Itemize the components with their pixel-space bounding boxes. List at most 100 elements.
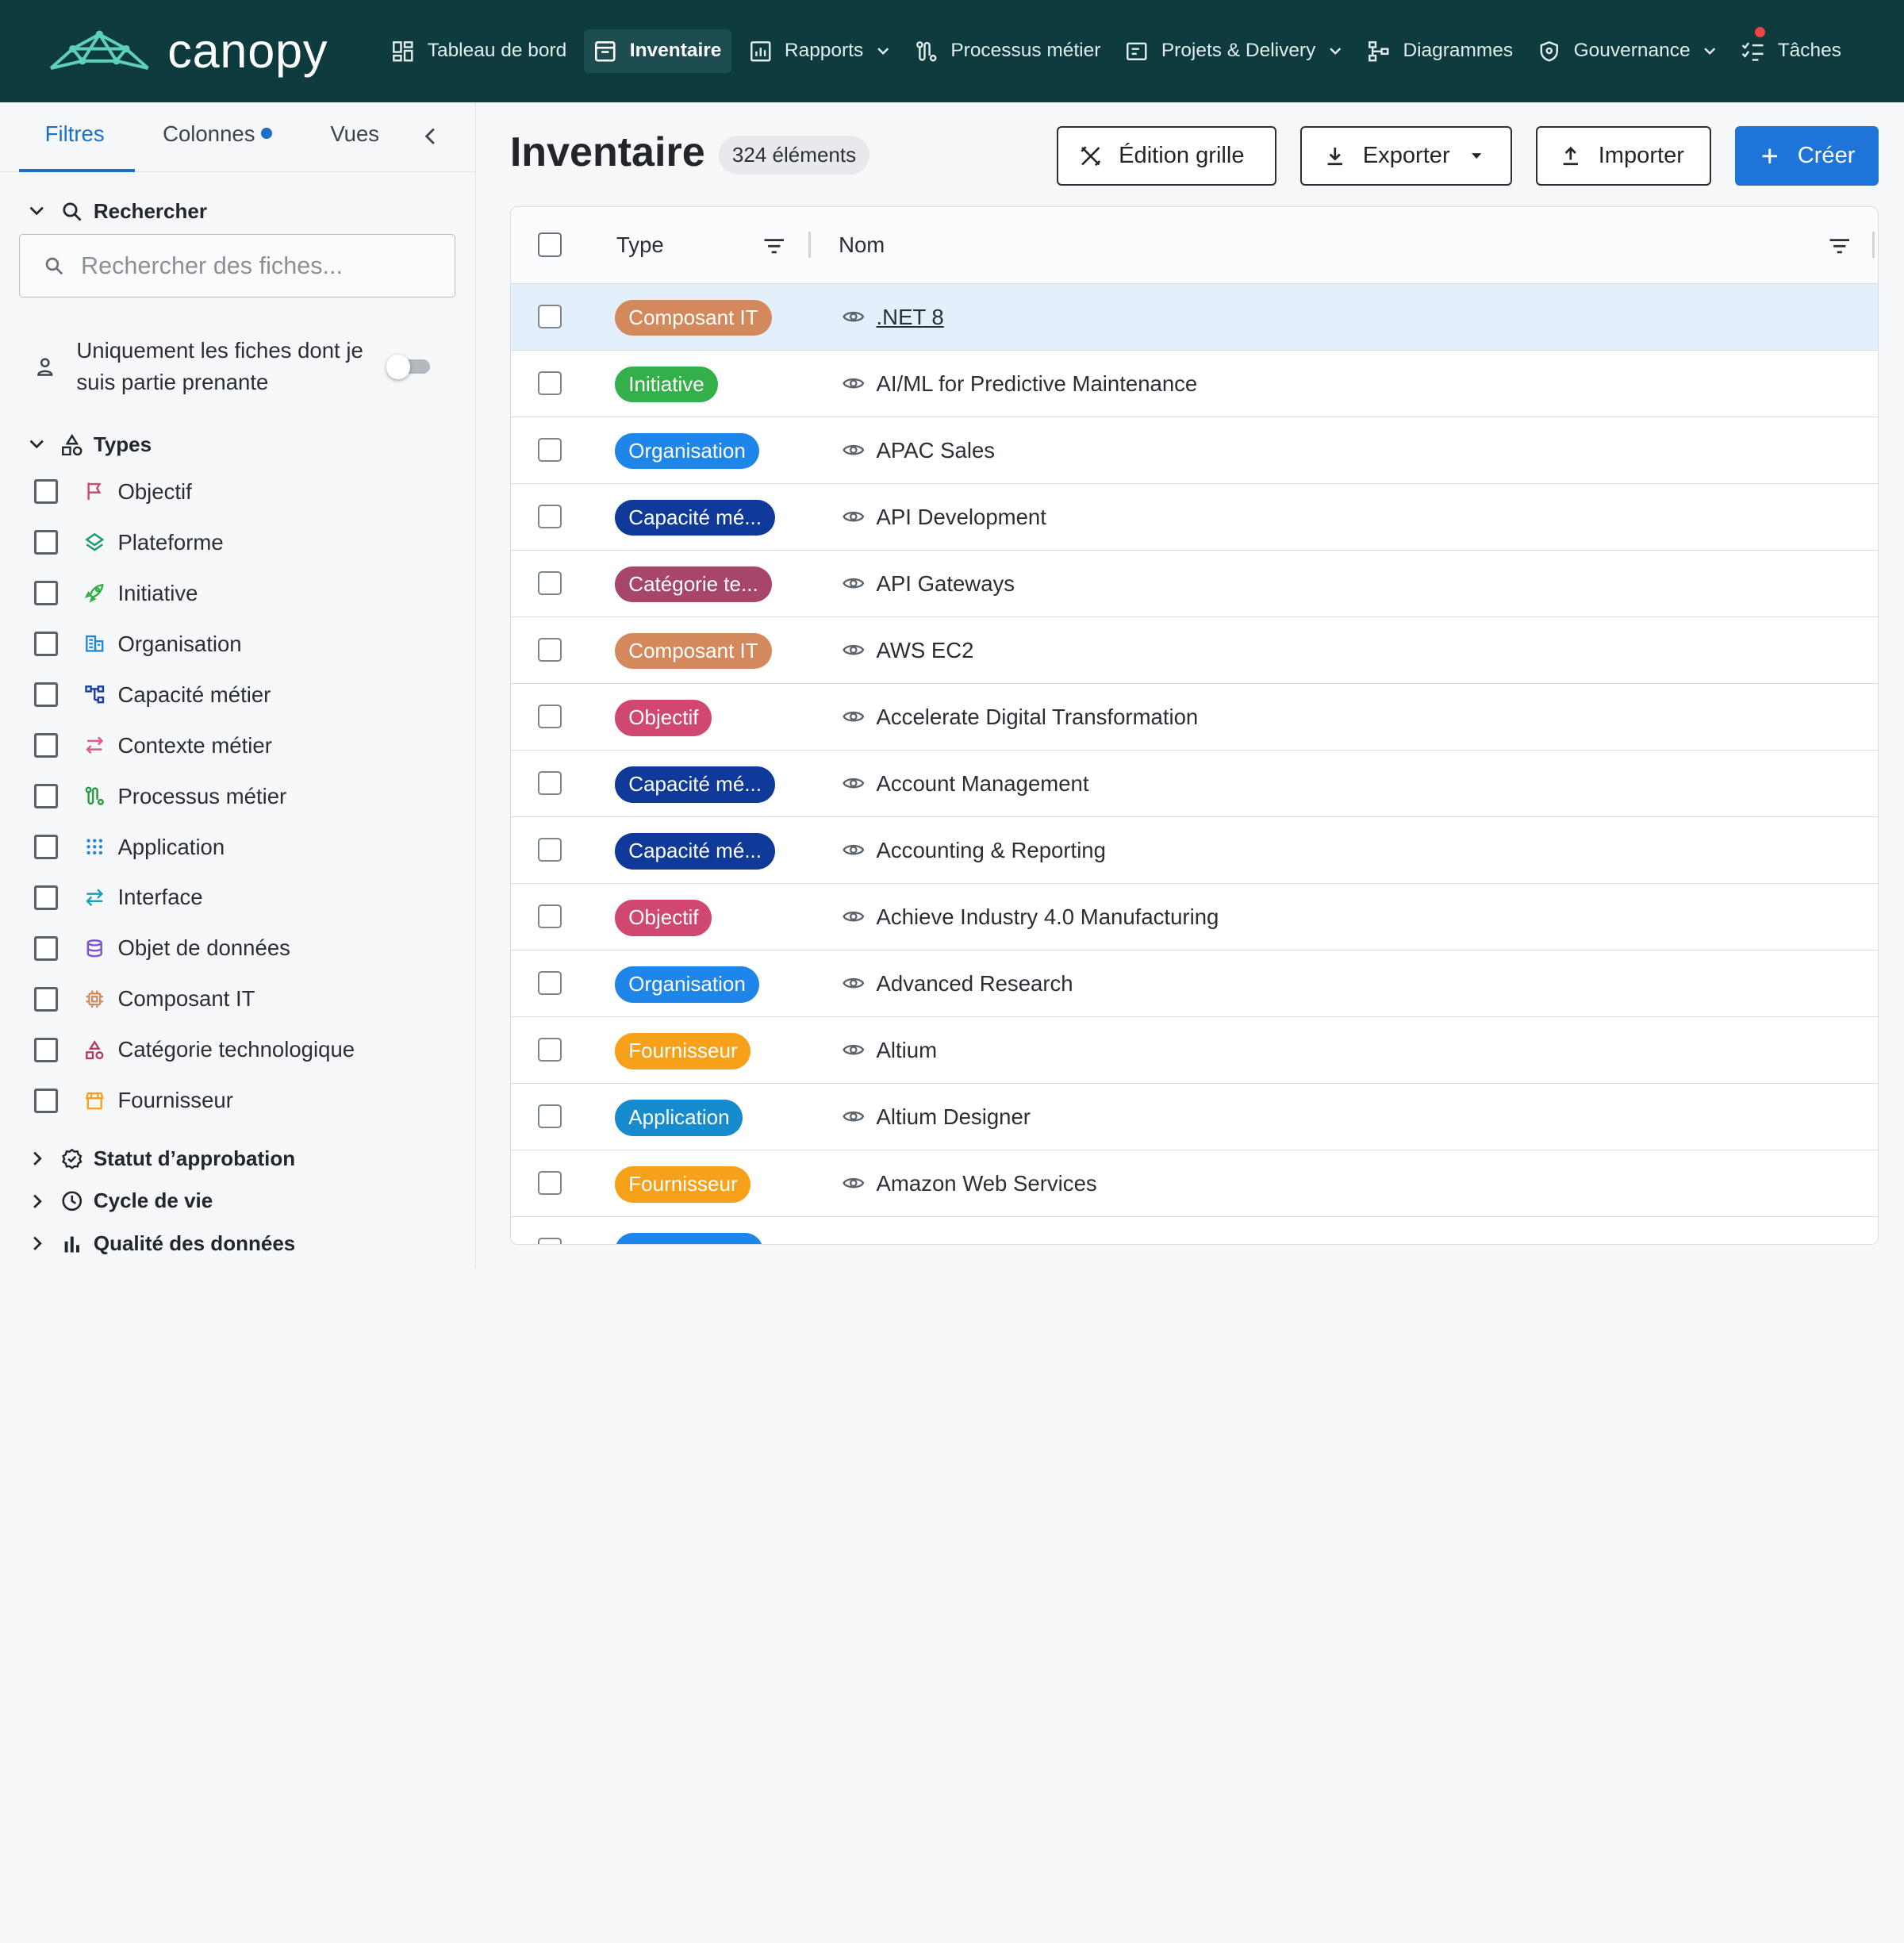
type-filter-initiative[interactable]: Initiative [33, 568, 459, 619]
row-checkbox[interactable] [537, 1104, 562, 1129]
row-checkbox[interactable] [537, 1037, 562, 1062]
select-all-checkbox[interactable] [537, 232, 562, 257]
search-field[interactable] [19, 234, 455, 298]
table-row[interactable]: Capacité mé... Account Management [510, 751, 1878, 817]
checkbox[interactable] [33, 479, 59, 505]
eye-icon[interactable] [842, 307, 865, 326]
checkbox[interactable] [33, 530, 59, 555]
row-checkbox[interactable] [537, 904, 562, 929]
filter-icon[interactable] [1829, 236, 1851, 255]
type-filter-provider[interactable]: Fournisseur [33, 1075, 459, 1126]
type-filter-business-capability[interactable]: Capacité métier [33, 670, 459, 720]
row-checkbox[interactable] [537, 770, 562, 796]
type-filter-business-context[interactable]: Contexte métier [33, 720, 459, 771]
checkbox[interactable] [33, 1038, 59, 1062]
eye-icon[interactable] [842, 507, 865, 526]
row-checkbox[interactable] [537, 437, 562, 463]
eye-icon[interactable] [842, 574, 865, 593]
nav-item-reports[interactable]: Rapports [741, 29, 897, 73]
row-name[interactable]: API Development [877, 505, 1046, 530]
type-filter-business-process[interactable]: Processus métier [33, 771, 459, 822]
checkbox[interactable] [33, 581, 59, 605]
chevron-left-icon[interactable] [420, 125, 443, 148]
row-checkbox[interactable] [537, 1170, 562, 1196]
row-name[interactable]: Account Management [877, 771, 1089, 797]
row-checkbox[interactable] [537, 970, 562, 996]
type-filter-it-component[interactable]: Composant IT [33, 973, 459, 1024]
import-button[interactable]: Importer [1536, 126, 1711, 186]
tab-columns[interactable]: Colonnes [163, 121, 272, 147]
row-checkbox[interactable] [537, 504, 562, 529]
eye-icon[interactable] [842, 973, 865, 993]
filter-icon[interactable] [763, 236, 785, 255]
nav-item-process[interactable]: Processus métier [907, 29, 1107, 73]
row-name[interactable]: AI/ML for Predictive Maintenance [877, 371, 1198, 397]
type-filter-data-object[interactable]: Objet de données [33, 923, 459, 973]
row-checkbox[interactable] [537, 371, 562, 396]
table-row[interactable]: Composant IT .NET 8 [510, 283, 1878, 351]
row-name[interactable]: Altium Designer [877, 1104, 1031, 1130]
tab-filters[interactable]: Filtres [45, 121, 105, 147]
approval-section-header[interactable]: Statut d’approbation [27, 1146, 295, 1171]
eye-icon[interactable] [842, 1173, 865, 1192]
grid-edit-button[interactable]: Édition grille [1056, 126, 1276, 186]
row-name[interactable]: API Gateways [877, 571, 1015, 597]
nav-item-inventory[interactable]: Inventaire [583, 29, 731, 73]
table-row[interactable]: Organisation APAC Sales [510, 417, 1878, 484]
table-row[interactable]: Composant IT AWS EC2 [510, 617, 1878, 684]
nav-item-projects[interactable]: Projets & Delivery [1118, 29, 1349, 73]
data-quality-section-header[interactable]: Qualité des données [27, 1231, 295, 1256]
nav-item-diagrams[interactable]: Diagrammes [1359, 29, 1520, 73]
eye-icon[interactable] [842, 640, 865, 659]
type-filter-interface[interactable]: Interface [33, 872, 459, 923]
row-name[interactable]: Amazon Web Services [877, 1171, 1097, 1196]
row-name[interactable]: Accounting & Reporting [877, 838, 1106, 863]
type-filter-organisation[interactable]: Organisation [33, 619, 459, 670]
type-filter-application[interactable]: Application [33, 822, 459, 873]
row-name[interactable]: Altium [877, 1038, 938, 1063]
checkbox[interactable] [33, 936, 59, 961]
lifecycle-section-header[interactable]: Cycle de vie [27, 1188, 213, 1213]
row-checkbox[interactable] [537, 704, 562, 729]
checkbox[interactable] [33, 632, 59, 656]
export-button[interactable]: Exporter [1300, 126, 1512, 186]
table-row[interactable]: Fournisseur Amazon Web Services [510, 1150, 1878, 1217]
row-checkbox[interactable] [537, 637, 562, 662]
type-filter-objective[interactable]: Objectif [33, 467, 459, 517]
row-name[interactable]: Advanced Research [877, 971, 1073, 996]
row-checkbox[interactable] [537, 1237, 562, 1244]
table-row[interactable]: Fournisseur Altium [510, 1017, 1878, 1084]
eye-icon[interactable] [842, 440, 865, 459]
row-checkbox[interactable] [537, 837, 562, 862]
row-checkbox[interactable] [537, 570, 562, 596]
eye-icon[interactable] [842, 774, 865, 793]
eye-icon[interactable] [842, 707, 865, 726]
eye-icon[interactable] [842, 907, 865, 926]
type-filter-platform[interactable]: Plateforme [33, 517, 459, 568]
row-name[interactable]: Accelerate Digital Transformation [877, 705, 1199, 730]
table-row[interactable]: Initiative AI/ML for Predictive Maintena… [510, 351, 1878, 417]
eye-icon[interactable] [842, 1107, 865, 1126]
column-header-type[interactable]: Type [616, 232, 664, 258]
eye-icon[interactable] [842, 1040, 865, 1059]
row-name[interactable]: Achieve Industry 4.0 Manufacturing [877, 904, 1219, 930]
nav-item-tasks[interactable]: Tâches [1734, 26, 1849, 73]
table-row[interactable]: Organisation Advanced Research [510, 950, 1878, 1017]
checkbox[interactable] [33, 784, 59, 808]
table-row[interactable]: Objectif Accelerate Digital Transformati… [510, 684, 1878, 751]
table-row-partial[interactable] [511, 1217, 1878, 1244]
table-row[interactable]: Capacité mé... API Development [510, 484, 1878, 551]
row-name[interactable]: .NET 8 [877, 305, 944, 330]
column-resize-handle[interactable] [1871, 231, 1875, 259]
table-row[interactable]: Objectif Achieve Industry 4.0 Manufactur… [510, 884, 1878, 950]
nav-item-dashboard[interactable]: Tableau de bord [384, 29, 574, 73]
checkbox[interactable] [33, 835, 59, 859]
row-name[interactable]: APAC Sales [877, 438, 996, 463]
search-section-header[interactable]: Rechercher [27, 199, 207, 224]
checkbox[interactable] [33, 682, 59, 707]
logo[interactable]: canopy [46, 0, 362, 102]
create-button[interactable]: Créer [1735, 126, 1879, 186]
checkbox[interactable] [33, 987, 59, 1012]
table-row[interactable]: Capacité mé... Accounting & Reporting [510, 817, 1878, 884]
table-row[interactable]: Application Altium Designer [510, 1084, 1878, 1150]
